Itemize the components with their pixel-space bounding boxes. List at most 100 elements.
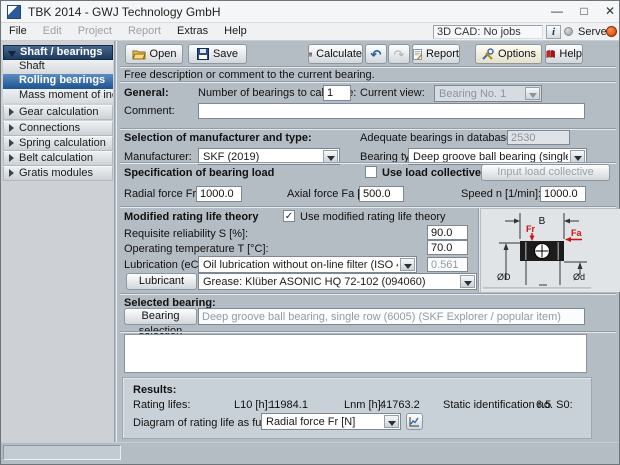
undo-button[interactable]: ↶ — [365, 44, 387, 64]
reliability-label: Requisite reliability S [%]: — [124, 228, 248, 240]
tools-icon — [481, 48, 494, 61]
lnm-value: 41763.2 — [380, 399, 420, 411]
save-button[interactable]: Save — [188, 44, 247, 64]
cad-status-field: 3D CAD: No jobs — [433, 25, 543, 39]
sidebar-item-rolling-bearings[interactable]: Rolling bearings — [3, 74, 113, 89]
lnm-label: Lnm [h]: — [344, 399, 384, 411]
chevron-down-icon[interactable] — [460, 275, 475, 288]
expand-triangle-icon — [9, 108, 14, 116]
outer-diameter-dim-label: ØD — [497, 272, 511, 282]
current-view-select: Bearing No. 1 — [434, 85, 542, 102]
diagram-function-select[interactable]: Radial force Fr [N] — [261, 413, 401, 430]
bearing-cross-section-diagram: B Fr Fa — [481, 209, 620, 292]
sidebar-section-spring-calculation[interactable]: Spring calculation — [3, 136, 113, 151]
menu-extras[interactable]: Extras — [169, 23, 216, 40]
minimize-button[interactable]: — — [544, 1, 570, 22]
status-cell — [3, 445, 121, 460]
radial-force-input[interactable] — [196, 186, 242, 202]
app-window: TBK 2014 - GWJ Technology GmbH — □ ✕ Fil… — [0, 0, 620, 465]
calculate-button[interactable]: Calculate — [308, 44, 363, 64]
app-icon — [7, 5, 21, 19]
report-button[interactable]: Report — [412, 44, 460, 64]
title-bar: TBK 2014 - GWJ Technology GmbH — □ ✕ — [1, 1, 619, 23]
expand-triangle-icon — [9, 154, 14, 162]
maximize-button[interactable]: □ — [571, 1, 597, 22]
menu-edit: Edit — [35, 23, 70, 40]
show-diagram-button[interactable] — [406, 413, 423, 430]
info-icon[interactable]: i — [546, 25, 561, 39]
temperature-input[interactable] — [427, 240, 468, 255]
sidebar-item-mass-moment[interactable]: Mass moment of inertia — [3, 89, 113, 103]
adequate-bearings-field — [507, 130, 570, 145]
sidebar-item-shaft[interactable]: Shaft — [3, 60, 113, 74]
sidebar-section-shaft-bearings[interactable]: Shaft / bearings — [3, 45, 113, 60]
reliability-input[interactable] — [427, 225, 468, 240]
bearing-selection-button[interactable]: Bearing selection — [124, 308, 197, 325]
sidebar-section-connections[interactable]: Connections — [3, 121, 113, 136]
results-heading: Results: — [133, 384, 176, 396]
bearing-info-box — [124, 334, 587, 373]
use-load-collective-checkbox[interactable] — [365, 166, 377, 178]
open-folder-icon — [132, 48, 146, 60]
load-heading: Specification of bearing load — [124, 167, 274, 179]
menu-project: Project — [70, 23, 120, 40]
bearing-diagram-panel: B Fr Fa — [481, 209, 620, 292]
window-title: TBK 2014 - GWJ Technology GmbH — [28, 5, 221, 19]
open-button[interactable]: Open — [125, 44, 183, 64]
redo-icon: ↷ — [394, 48, 405, 61]
sidebar-section-belt-calculation[interactable]: Belt calculation — [3, 151, 113, 166]
cad-status-indicator-icon — [564, 27, 573, 36]
main-content: Open Save Calculate ↶ ↷ Report Options H… — [116, 41, 619, 442]
radial-force-dim-label: Fr — [526, 224, 535, 234]
comment-label: Comment: — [124, 105, 175, 117]
lubricant-select[interactable]: Grease: Klüber ASONIC HQ 72-102 (094060) — [198, 273, 477, 290]
chevron-down-icon[interactable] — [400, 258, 415, 271]
save-floppy-icon — [197, 48, 209, 60]
server-status-icon — [606, 26, 617, 37]
selection-heading: Selection of manufacturer and type: — [124, 132, 312, 144]
modified-life-heading: Modified rating life theory — [124, 211, 258, 223]
chevron-down-icon[interactable] — [384, 415, 399, 428]
num-bearings-input[interactable] — [323, 85, 351, 101]
options-button[interactable]: Options — [475, 44, 542, 64]
current-view-label: Current view: — [360, 87, 425, 99]
chevron-down-icon — [525, 87, 540, 100]
help-book-icon — [546, 48, 555, 60]
general-heading: General: — [124, 87, 169, 99]
rating-lifes-label: Rating lifes: — [133, 399, 190, 411]
menu-file[interactable]: File — [1, 23, 35, 40]
axial-force-input[interactable] — [359, 186, 404, 202]
report-document-icon — [413, 48, 422, 61]
sidebar-section-gratis-modules[interactable]: Gratis modules — [3, 166, 113, 181]
redo-button[interactable]: ↷ — [388, 44, 410, 64]
s0-label: Static identification no. S0: — [443, 399, 573, 411]
menu-report: Report — [120, 23, 169, 40]
check-icon: ✓ — [285, 211, 293, 222]
comment-input[interactable] — [198, 103, 585, 119]
lubricant-button[interactable]: Lubricant — [126, 273, 197, 290]
collapse-triangle-icon — [8, 51, 16, 57]
lubrication-select[interactable]: Oil lubrication without on-line filter (… — [198, 256, 417, 273]
menu-bar: File Edit Project Report Extras Help 3D … — [1, 23, 619, 41]
l10-label: L10 [h]: — [234, 399, 271, 411]
chart-icon — [409, 416, 420, 427]
expand-triangle-icon — [9, 169, 14, 177]
axial-force-dim-label: Fa — [571, 228, 582, 238]
expand-triangle-icon — [9, 139, 14, 147]
close-button[interactable]: ✕ — [597, 1, 620, 22]
width-dim-label: B — [539, 216, 546, 227]
lubrication-label: Lubrication (eC): — [124, 259, 205, 271]
l10-value: 11984.1 — [269, 399, 308, 411]
selected-bearing-field — [198, 308, 585, 325]
sidebar-section-gear-calculation[interactable]: Gear calculation — [3, 105, 113, 120]
menu-help[interactable]: Help — [216, 23, 255, 40]
use-load-collective-label: Use load collective — [382, 167, 481, 179]
ec-value-field — [427, 257, 468, 272]
expand-triangle-icon — [9, 124, 14, 132]
sidebar-nav: Shaft / bearings Shaft Rolling bearings … — [1, 41, 115, 442]
input-load-collective-button: Input load collective — [481, 164, 610, 181]
speed-input[interactable] — [540, 186, 586, 202]
use-modified-life-checkbox[interactable]: ✓ — [283, 210, 295, 222]
help-button[interactable]: Help — [545, 44, 583, 64]
undo-icon: ↶ — [371, 48, 382, 61]
